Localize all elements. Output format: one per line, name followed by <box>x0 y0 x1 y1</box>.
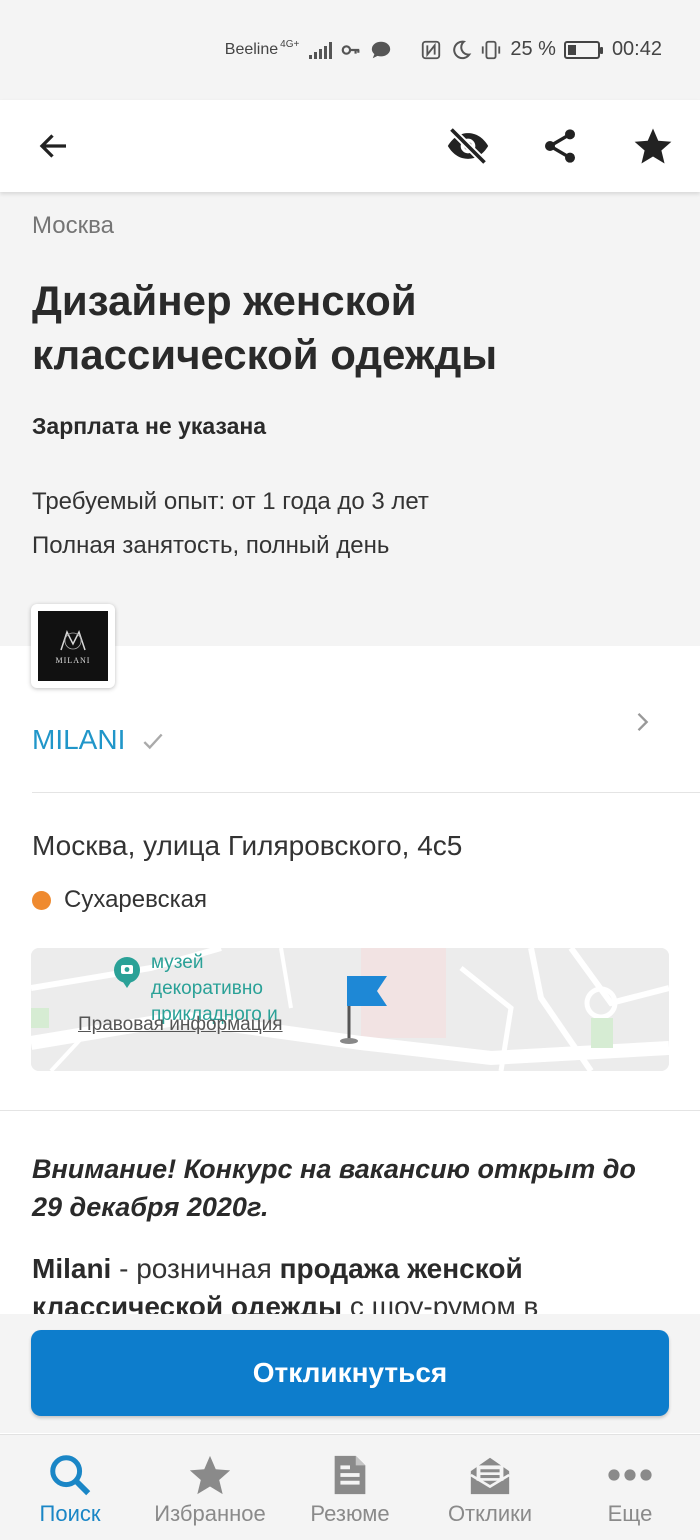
logo-emblem-icon <box>60 629 86 650</box>
poi-line: музей <box>151 952 204 973</box>
desc-text: с шоу-румом в <box>342 1291 539 1316</box>
clock: 00:42 <box>611 38 662 60</box>
vacancy-title: Дизайнер женской классической одежды <box>32 277 498 378</box>
vacancy-employment: Полная занятость, полный день <box>32 532 390 559</box>
company-link[interactable]: MILANI <box>0 700 700 792</box>
poi-line: декоративно <box>151 978 263 999</box>
nav-responses[interactable]: Отклики <box>420 1435 560 1540</box>
bottom-navigation: Поиск Избранное Резюме Отклики Еще <box>0 1434 700 1540</box>
vacancy-header: Москва Дизайнер женской классической оде… <box>0 192 700 646</box>
logo-text: MILANI <box>55 655 91 665</box>
star-icon <box>634 128 672 164</box>
document-icon <box>326 1451 374 1499</box>
chat-bubble-icon <box>372 41 391 58</box>
nav-label: Отклики <box>447 1501 533 1526</box>
nav-label: Избранное <box>154 1501 266 1526</box>
vibrate-icon <box>482 40 501 59</box>
share-icon <box>545 129 575 163</box>
vacancy-experience: Требуемый опыт: от 1 года до 3 лет <box>32 488 429 515</box>
hide-vacancy-button[interactable] <box>436 114 500 178</box>
divider <box>32 792 700 793</box>
vacancy-city: Москва <box>32 212 114 239</box>
network-type: 4G+ <box>280 39 300 50</box>
vacancy-salary: Зарплата не указана <box>32 413 267 439</box>
respond-bar: Откликнуться <box>0 1314 700 1433</box>
nav-favorites[interactable]: Избранное <box>140 1435 280 1540</box>
signal-icon <box>309 41 333 59</box>
nfc-icon <box>422 40 441 59</box>
chevron-right-icon <box>637 713 649 731</box>
envelope-icon <box>466 1451 514 1499</box>
arrow-left-icon <box>39 134 66 158</box>
map-legal-link[interactable]: Правовая информация <box>78 1014 283 1036</box>
desc-text: - розничная <box>111 1253 280 1284</box>
company-logo[interactable]: MILANI <box>31 604 115 688</box>
vpn-key-icon <box>341 44 360 55</box>
share-button[interactable] <box>528 114 592 178</box>
metro-line-dot <box>32 891 51 910</box>
nav-more[interactable]: Еще <box>560 1435 700 1540</box>
battery-percent: 25 % <box>510 38 556 60</box>
search-icon <box>46 1451 94 1499</box>
eye-off-icon <box>447 126 489 166</box>
battery-icon <box>563 40 603 59</box>
company-name: MILANI <box>32 724 126 755</box>
nav-label: Поиск <box>39 1501 101 1526</box>
vacancy-description: Milani - розничная продажа женской класс… <box>32 1250 672 1316</box>
app-toolbar <box>0 100 700 192</box>
star-icon <box>186 1451 234 1499</box>
vacancy-notice: Внимание! Конкурс на вакансию открыт до … <box>32 1154 636 1222</box>
nav-label: Резюме <box>310 1501 390 1526</box>
moon-icon <box>453 40 472 59</box>
metro-station: Сухаревская <box>64 886 207 913</box>
nav-label: Еще <box>607 1501 653 1526</box>
nav-search[interactable]: Поиск <box>0 1435 140 1540</box>
location-map[interactable]: музей декоративно прикладного и Правовая… <box>31 948 669 1071</box>
respond-button[interactable]: Откликнуться <box>31 1330 669 1416</box>
carrier-label: Beeline <box>224 40 279 58</box>
back-button[interactable] <box>22 114 86 178</box>
more-icon <box>606 1451 654 1499</box>
logo-image: MILANI <box>38 611 108 681</box>
divider <box>0 1110 700 1111</box>
check-icon <box>143 733 163 750</box>
map-roads <box>31 948 669 1071</box>
desc-bold: Milani <box>32 1253 112 1284</box>
favorite-button[interactable] <box>621 114 685 178</box>
status-bar: Beeline 4G+ 25 % 00:42 <box>0 0 700 100</box>
vacancy-address: Москва, улица Гиляровского, 4с5 <box>32 830 463 861</box>
nav-resume[interactable]: Резюме <box>280 1435 420 1540</box>
status-icons: Beeline 4G+ 25 % 00:42 <box>225 38 662 61</box>
